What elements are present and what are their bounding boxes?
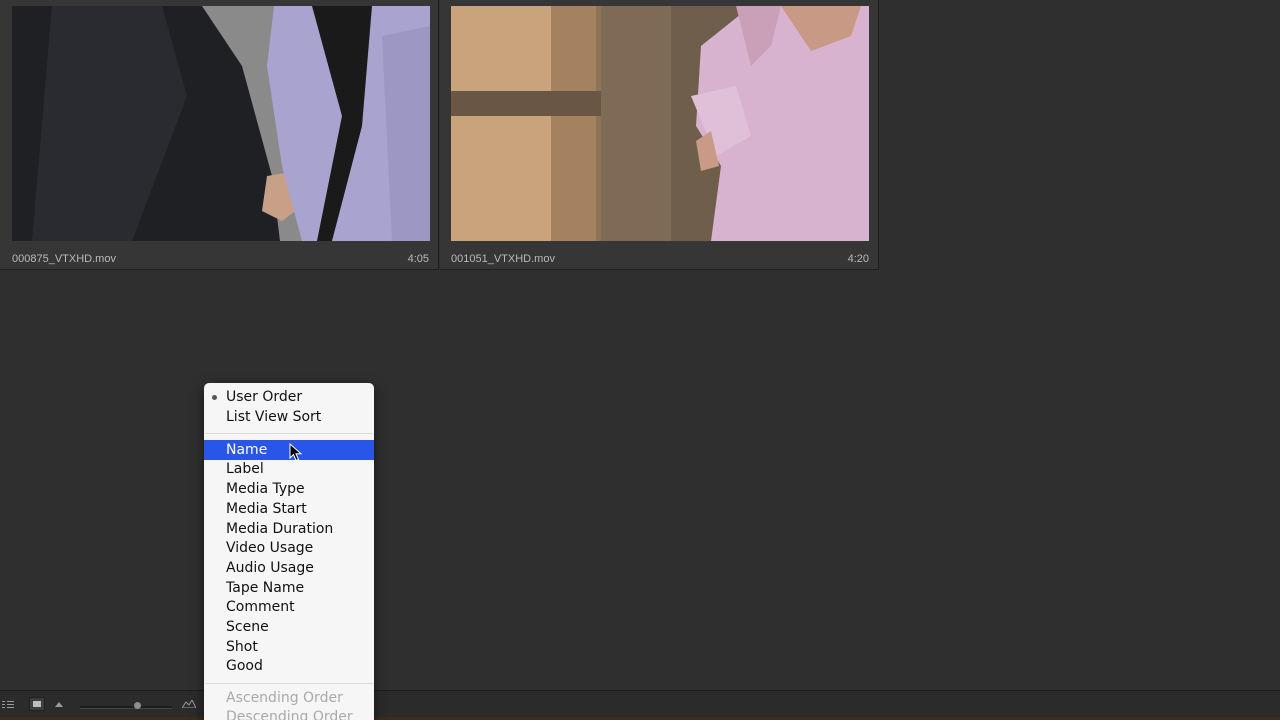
menu-item-label: List View Sort (226, 409, 322, 425)
mouse-cursor-icon (289, 443, 303, 462)
menu-item-media-start[interactable]: Media Start (204, 499, 374, 519)
menu-item-label: User Order (226, 389, 303, 405)
menu-item-label: Video Usage (226, 540, 314, 556)
menu-item-label: Name (226, 442, 268, 458)
icon-view-icon[interactable] (29, 697, 45, 711)
menu-item-label: Shot (226, 639, 258, 655)
zoom-out-icon[interactable] (55, 702, 63, 707)
clip-duration: 4:05 (407, 253, 429, 265)
zoom-slider[interactable] (80, 706, 172, 709)
zoom-slider-knob[interactable] (134, 702, 141, 709)
menu-item-comment[interactable]: Comment (204, 597, 374, 617)
clip-tile[interactable]: 000875_VTXHD.mov 4:05 (0, 0, 439, 270)
menu-item-tape-name[interactable]: Tape Name (204, 578, 374, 598)
clip-thumbnail[interactable] (12, 6, 430, 241)
menu-item-label: Tape Name (226, 580, 305, 596)
panel-bottom-bar (0, 690, 1280, 720)
zoom-in-icon[interactable] (182, 700, 196, 708)
list-view-icon[interactable] (2, 700, 14, 710)
menu-item-label: Label (226, 461, 264, 477)
menu-item-user-order[interactable]: User Order (204, 387, 374, 407)
menu-item-ascending-order: Ascending Order (204, 688, 374, 708)
menu-item-media-duration[interactable]: Media Duration (204, 519, 374, 539)
menu-item-label: Media Start (226, 501, 307, 517)
project-panel: 000875_VTXHD.mov 4:05 001051_VTXHD.mov 4… (0, 0, 1280, 720)
menu-separator (205, 683, 373, 684)
menu-item-label: Ascending Order (226, 690, 343, 706)
checked-bullet-icon (212, 395, 217, 400)
sort-context-menu: User Order List View Sort Name Label Med… (204, 383, 374, 720)
menu-item-shot[interactable]: Shot (204, 637, 374, 657)
menu-item-video-usage[interactable]: Video Usage (204, 538, 374, 558)
menu-item-label: Good (226, 658, 263, 674)
menu-item-descending-order: Descending Order (204, 707, 374, 720)
menu-item-audio-usage[interactable]: Audio Usage (204, 558, 374, 578)
clip-thumbnail[interactable] (451, 6, 869, 241)
menu-item-label: Comment (226, 599, 295, 615)
menu-item-media-type[interactable]: Media Type (204, 479, 374, 499)
menu-item-label: Scene (226, 619, 269, 635)
clip-duration: 4:20 (847, 253, 869, 265)
menu-item-list-view-sort[interactable]: List View Sort (204, 407, 374, 427)
menu-item-good[interactable]: Good (204, 656, 374, 676)
menu-item-label: Media Type (226, 481, 305, 497)
menu-separator (205, 433, 373, 434)
menu-item-label: Media Duration (226, 521, 334, 537)
menu-item-label: Descending Order (226, 709, 353, 720)
clip-name: 000875_VTXHD.mov (12, 253, 116, 265)
menu-item-scene[interactable]: Scene (204, 617, 374, 637)
menu-item-label: Audio Usage (226, 560, 314, 576)
clip-tile[interactable]: 001051_VTXHD.mov 4:20 (440, 0, 879, 270)
clip-name: 001051_VTXHD.mov (451, 253, 555, 265)
